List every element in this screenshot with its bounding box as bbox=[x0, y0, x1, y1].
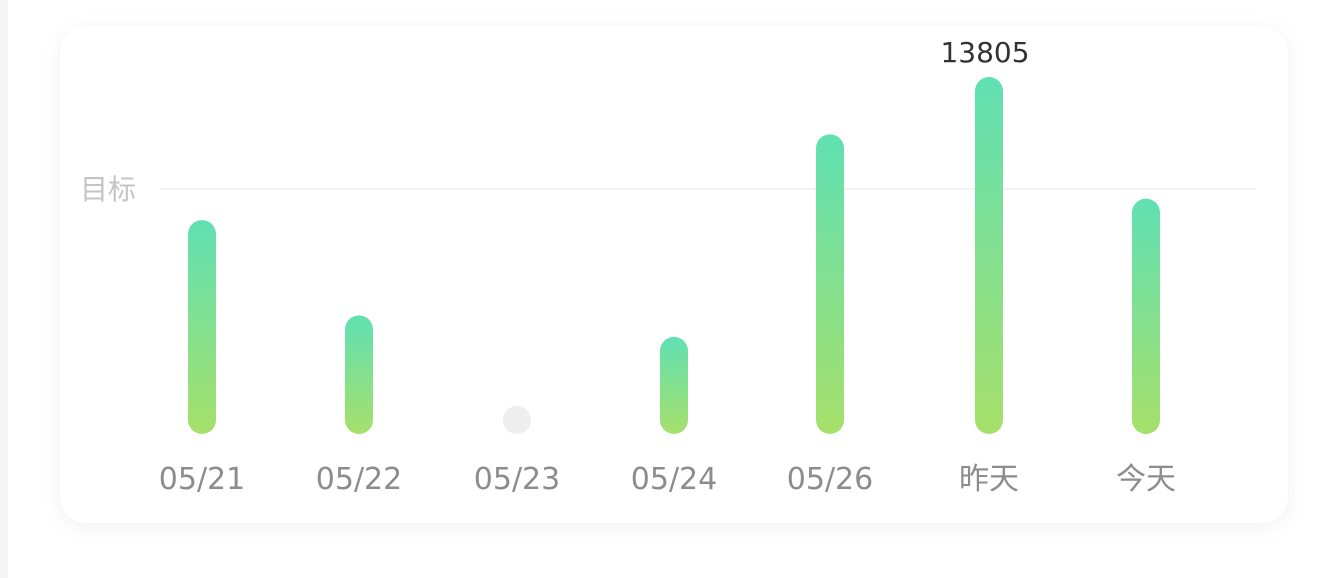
bar-4 bbox=[816, 134, 844, 434]
bar-2 bbox=[503, 406, 531, 434]
target-label: 目标 bbox=[80, 173, 136, 206]
x-tick-label: 05/24 bbox=[631, 462, 717, 497]
x-tick-label: 05/21 bbox=[159, 462, 245, 497]
bar-3 bbox=[660, 336, 688, 434]
bar-6 bbox=[1132, 198, 1160, 434]
bar-5 bbox=[975, 77, 1003, 434]
x-tick-label: 05/22 bbox=[316, 462, 402, 497]
x-tick-label: 05/23 bbox=[474, 462, 560, 497]
bar-1 bbox=[345, 315, 373, 434]
bar-0 bbox=[188, 220, 216, 434]
x-tick-label: 今天 bbox=[1116, 462, 1176, 497]
steps-bar-chart: 目标 05/21 05/22 05/23 05/24 05/26 昨天 今天 13805 bbox=[80, 36, 1256, 497]
x-tick-label: 昨天 bbox=[959, 462, 1019, 497]
x-tick-label: 05/26 bbox=[787, 462, 873, 497]
data-label: 13805 bbox=[940, 36, 1029, 69]
